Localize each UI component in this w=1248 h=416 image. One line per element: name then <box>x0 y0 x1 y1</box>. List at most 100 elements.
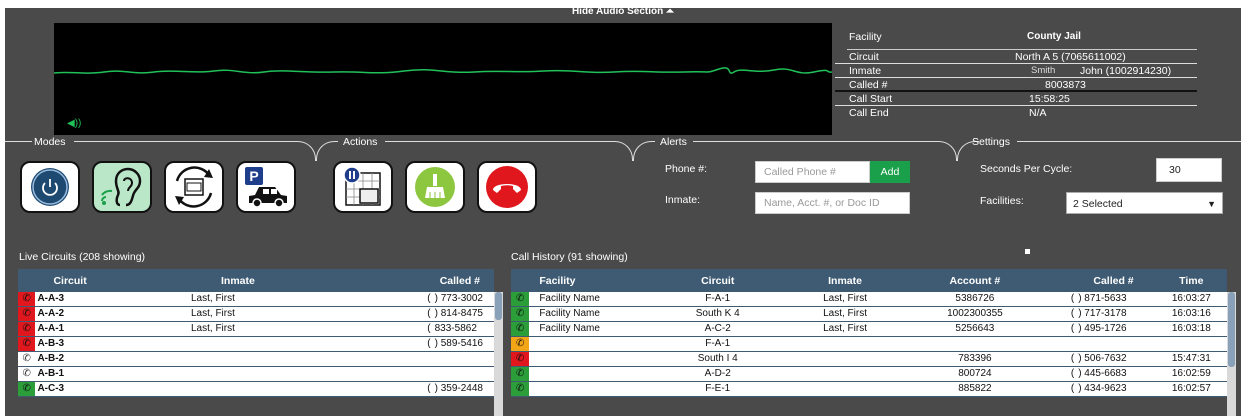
hang-up-button[interactable] <box>477 161 537 213</box>
status-cell: ✆ <box>18 306 36 322</box>
clear-button[interactable] <box>405 161 465 213</box>
circuit-cell: South I 4 <box>661 351 774 367</box>
inmate-cell <box>160 381 308 397</box>
status-cell: ✆ <box>511 292 530 307</box>
live-circuits-table: Circuit Inmate Called # ✆ A-A-3 Last, Firs… <box>18 269 494 397</box>
table-header-row: Circuit Inmate Called # <box>18 269 494 292</box>
table-row[interactable]: ✆ A-D-2 800724() 445-6683 16:02:59 <box>511 366 1227 382</box>
phone-label: Phone #: <box>665 163 708 175</box>
called-row: Called # 8003873 <box>835 78 1197 92</box>
waveform-graph <box>54 67 832 74</box>
inmate-cell: Last, First <box>160 306 308 322</box>
add-button[interactable]: Add <box>870 161 910 183</box>
table-row[interactable]: ✆ F-A-1 <box>511 336 1227 352</box>
called-area-cell: ( <box>1033 292 1075 307</box>
table-row[interactable]: ✆ A-B-1 <box>18 366 494 382</box>
table-row[interactable]: ✆ A-A-3 Last, First() 773-3002 <box>18 292 494 307</box>
phone-status-icon: ✆ <box>511 352 530 366</box>
table-row[interactable]: ✆ Facility Name A-C-2 Last, First 5256643() … <box>511 321 1227 337</box>
circuit-header[interactable]: Circuit <box>35 269 161 292</box>
facility-cell: Facility Name <box>529 306 662 322</box>
called-area-cell: ( <box>307 306 431 322</box>
table-row[interactable]: ✆ A-A-2 Last, First() 814-8475 <box>18 306 494 322</box>
phone-status-icon: ✆ <box>18 337 36 351</box>
called-number-cell: ) 589-5416 <box>430 336 494 352</box>
history-scrollbar-thumb[interactable] <box>1228 292 1235 367</box>
divider <box>935 141 957 161</box>
live-scrollbar[interactable] <box>494 292 503 416</box>
listen-mode-button[interactable] <box>92 161 152 213</box>
called-area-cell: ( <box>1033 366 1075 382</box>
status-cell: ✆ <box>511 321 530 337</box>
circuit-label: Circuit <box>849 51 879 63</box>
facilities-select[interactable]: 2 Selected ▼ <box>1066 192 1223 214</box>
table-row[interactable]: ✆ A-A-1 Last, First(833-5862 <box>18 321 494 337</box>
inmate-row: Inmate Smith John (1002914230) <box>835 64 1197 78</box>
inmate-header[interactable]: Inmate <box>160 269 308 292</box>
status-cell: ✆ <box>18 321 36 337</box>
live-scrollbar-thumb[interactable] <box>495 292 502 320</box>
parking-mode-button[interactable]: P <box>236 161 296 213</box>
table-row[interactable]: ✆ South I 4 783396() 506-7632 15:47:31 <box>511 351 1227 367</box>
circuit-cell: A-A-3 <box>35 292 161 307</box>
table-row[interactable]: ✆ Facility Name F-A-1 Last, First 5386726() … <box>511 292 1227 307</box>
facility-cell: Facility Name <box>529 321 662 337</box>
table-row[interactable]: ✆ Facility Name South K 4 Last, First 100230… <box>511 306 1227 322</box>
call-end-value: N/A <box>1029 107 1047 119</box>
inmate-search-input[interactable]: Name, Acct. #, or Doc ID <box>755 192 910 214</box>
called-number-cell: ) 359-2448 <box>430 381 494 397</box>
pause-call-button[interactable] <box>333 161 393 213</box>
facility-value: County Jail <box>1027 31 1081 42</box>
circuit-cell: A-B-1 <box>35 366 161 382</box>
cycle-mode-button[interactable] <box>164 161 224 213</box>
account-cell: 783396 <box>916 351 1034 367</box>
divider <box>5 141 32 142</box>
facility-header[interactable]: Facility <box>529 269 662 292</box>
called-header[interactable]: Called # <box>1033 269 1156 292</box>
divider <box>316 141 338 161</box>
status-cell: ✆ <box>18 292 36 307</box>
speaker-icon[interactable]: ◀)) <box>67 118 81 129</box>
divider <box>385 141 611 142</box>
table-row[interactable]: ✆ A-B-3 () 589-5416 <box>18 336 494 352</box>
circuit-cell: F-A-1 <box>661 336 774 352</box>
called-phone-input[interactable]: Called Phone # <box>755 161 870 183</box>
actions-heading: Actions <box>343 136 378 148</box>
table-row[interactable]: ✆ F-E-1 885822() 434-9623 16:02:57 <box>511 381 1227 397</box>
divider <box>633 141 655 161</box>
phone-status-icon: ✆ <box>18 367 36 381</box>
facilities-label: Facilities: <box>980 195 1024 207</box>
account-cell: 800724 <box>916 366 1034 382</box>
call-end-label: Call End <box>849 107 889 119</box>
inmate-cell <box>773 336 917 352</box>
time-header[interactable]: Time <box>1155 269 1227 292</box>
power-icon <box>31 168 69 206</box>
table-header-row: Facility Circuit Inmate Account # Called… <box>511 269 1227 292</box>
seconds-per-cycle-input[interactable]: 30 <box>1156 158 1222 182</box>
called-number-cell: ) 871-5633 <box>1074 292 1156 307</box>
circuit-row: Circuit North A 5 (7065611002) <box>835 50 1197 64</box>
facility-label: Facility <box>849 31 882 43</box>
history-scrollbar[interactable] <box>1227 292 1236 416</box>
called-number-cell <box>430 351 494 367</box>
called-header[interactable]: Called # <box>307 269 494 292</box>
phone-cycle-icon <box>175 166 213 208</box>
account-cell: 1002300355 <box>916 306 1034 322</box>
phone-status-icon: ✆ <box>511 382 530 396</box>
inmate-last: Smith <box>1031 65 1056 76</box>
account-header[interactable]: Account # <box>916 269 1034 292</box>
phone-status-icon: ✆ <box>18 352 36 366</box>
circuit-header[interactable]: Circuit <box>661 269 774 292</box>
facilities-value: 2 Selected <box>1073 198 1123 210</box>
live-circuits-title: Live Circuits (208 showing) <box>19 251 146 263</box>
inmate-header[interactable]: Inmate <box>773 269 917 292</box>
divider <box>294 141 316 161</box>
table-row[interactable]: ✆ A-C-3 () 359-2448 <box>18 381 494 397</box>
account-cell: 5256643 <box>916 321 1034 337</box>
called-area-cell: ( <box>1033 351 1075 367</box>
hide-audio-toggle[interactable]: Hide Audio Section ⏶ <box>5 8 1241 17</box>
table-row[interactable]: ✆ A-B-2 <box>18 351 494 367</box>
divider <box>1017 141 1241 142</box>
phone-status-icon: ✆ <box>18 382 36 396</box>
power-mode-button[interactable] <box>20 161 80 213</box>
